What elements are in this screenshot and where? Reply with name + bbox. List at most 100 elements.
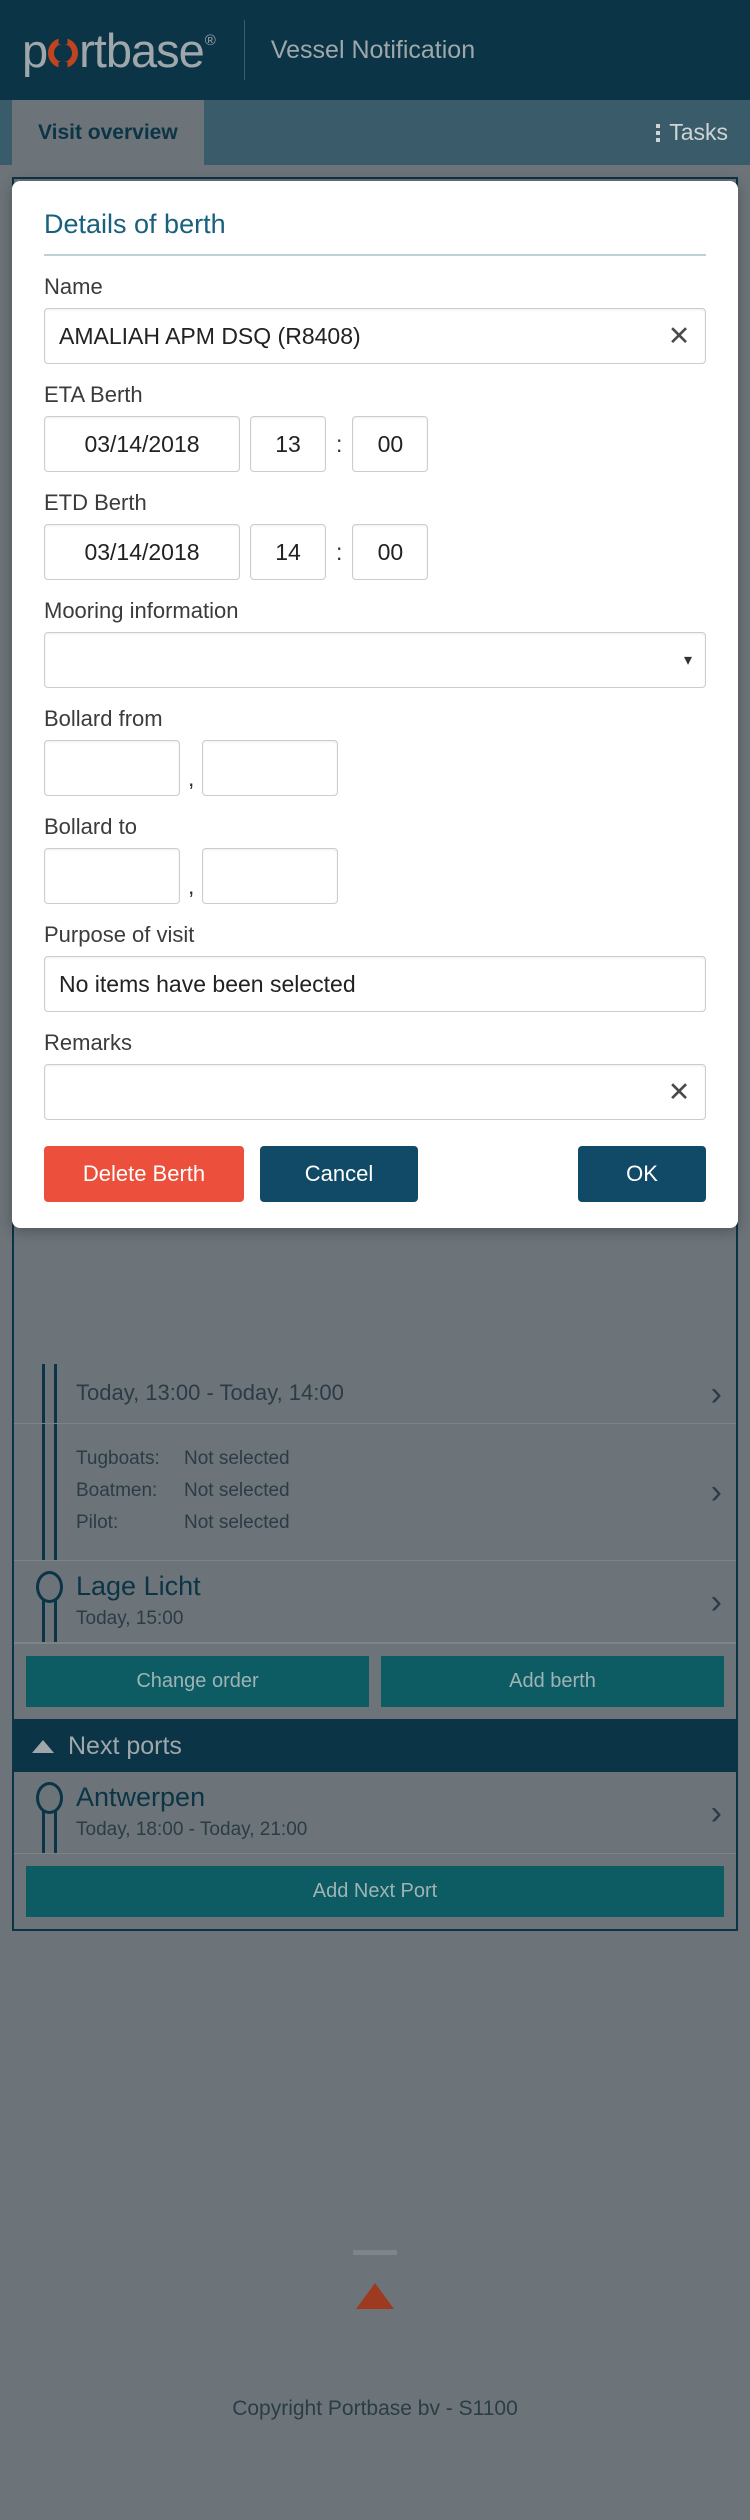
eta-hour-input[interactable] [250, 416, 326, 472]
kebab-menu-icon [656, 123, 661, 142]
name-input[interactable] [44, 308, 706, 364]
service-item: Boatmen: Not selected [76, 1480, 701, 1502]
timeline-rail-node [14, 1561, 76, 1643]
name-field-group: Name ✕ [44, 274, 706, 364]
purpose-group: Purpose of visit [44, 922, 706, 1012]
details-of-berth-dialog: Details of berth Name ✕ ETA Berth : ETD … [12, 181, 738, 1228]
dialog-button-bar: Delete Berth Cancel OK [44, 1146, 706, 1202]
next-port-time: Today, 18:00 - Today, 21:00 [76, 1819, 308, 1841]
berth-action-buttons: Change order Add berth [14, 1643, 736, 1719]
page-footer: Copyright Portbase bv - S1100 [0, 2190, 750, 2520]
chevron-down-icon: ▾ [683, 652, 692, 669]
chevron-right-icon[interactable]: › [701, 1475, 722, 1509]
mooring-select-wrap: ▾ [44, 632, 706, 688]
bollard-to-label: Bollard to [44, 814, 137, 839]
etd-berth-label: ETD Berth [44, 490, 147, 515]
next-port-name: Antwerpen [76, 1782, 206, 1813]
next-port-main: Antwerpen Today, 18:00 - Today, 21:00 [76, 1772, 701, 1853]
brand-bar: p rtbase ® Vessel Notification [0, 0, 750, 100]
purpose-input[interactable] [44, 956, 706, 1012]
caret-up-icon [32, 1740, 54, 1754]
dialog-title: Details of berth [44, 209, 706, 256]
clear-remarks-icon[interactable]: ✕ [666, 1079, 692, 1106]
eta-date-input[interactable] [44, 416, 240, 472]
lage-licht-title: Lage Licht [76, 1571, 201, 1601]
brand-divider [243, 20, 245, 80]
next-ports-title: Next ports [68, 1732, 182, 1761]
change-order-button[interactable]: Change order [26, 1656, 369, 1708]
purpose-label: Purpose of visit [44, 922, 195, 947]
eta-time-separator: : [336, 430, 343, 457]
service-key: Boatmen: [76, 1480, 158, 1501]
bollard-to-b-input[interactable] [202, 848, 339, 904]
name-input-wrap: ✕ [44, 308, 706, 364]
bollard-to-group: Bollard to , [44, 814, 706, 904]
remarks-label: Remarks [44, 1030, 133, 1055]
etd-date-input[interactable] [44, 524, 240, 580]
berth-time-main: Today, 13:00 - Today, 14:00 [76, 1364, 701, 1418]
tasks-button[interactable]: Tasks [634, 100, 750, 165]
remarks-input[interactable] [44, 1064, 706, 1120]
bollard-to-separator: , [188, 872, 195, 899]
bollard-from-group: Bollard from , [44, 706, 706, 796]
copyright-text: Copyright Portbase bv - S1100 [232, 2397, 518, 2420]
next-ports-body: Antwerpen Today, 18:00 - Today, 21:00 › … [12, 1772, 738, 1932]
etd-minute-input[interactable] [352, 524, 429, 580]
add-next-port-button[interactable]: Add Next Port [26, 1866, 724, 1918]
service-key: Tugboats: [76, 1448, 160, 1469]
service-value: Not selected [184, 1448, 290, 1469]
logo-text-post: rtbase [79, 23, 205, 77]
next-port-action-buttons: Add Next Port [14, 1854, 736, 1929]
remarks-group: Remarks ✕ [44, 1030, 706, 1120]
mooring-label: Mooring information [44, 598, 239, 623]
chevron-right-icon[interactable]: › [701, 1796, 722, 1830]
lage-licht-row[interactable]: Lage Licht Today, 15:00 › [14, 1561, 736, 1644]
etd-berth-row: : [44, 524, 706, 580]
bollard-from-row: , [44, 740, 706, 796]
bollard-from-b-input[interactable] [202, 740, 339, 796]
up-triangle-icon[interactable] [356, 2283, 394, 2309]
scroll-top-bar[interactable] [353, 2250, 397, 2255]
chevron-right-icon[interactable]: › [701, 1377, 722, 1411]
timeline-node-icon [36, 1571, 63, 1603]
eta-minute-input[interactable] [352, 416, 429, 472]
service-item: Pilot: Not selected [76, 1512, 701, 1534]
service-value: Not selected [184, 1512, 290, 1533]
bollard-from-a-input[interactable] [44, 740, 180, 796]
mooring-group: Mooring information ▾ [44, 598, 706, 688]
cancel-button[interactable]: Cancel [260, 1146, 418, 1202]
bollard-from-separator: , [188, 764, 195, 791]
remarks-input-wrap: ✕ [44, 1064, 706, 1120]
lage-licht-main: Lage Licht Today, 15:00 [76, 1561, 701, 1642]
mooring-select[interactable] [44, 632, 706, 688]
services-main: Tugboats: Not selected Boatmen: Not sele… [76, 1424, 701, 1560]
portbase-logo[interactable]: p rtbase ® [22, 23, 216, 77]
timeline-rail-node [14, 1772, 76, 1854]
service-value: Not selected [184, 1480, 290, 1501]
eta-berth-row: : [44, 416, 706, 472]
lage-licht-time: Today, 15:00 [76, 1608, 184, 1630]
logo-text-pre: p [22, 23, 48, 77]
add-berth-button[interactable]: Add berth [381, 1656, 724, 1708]
bollard-to-a-input[interactable] [44, 848, 180, 904]
berth-time-row[interactable]: Today, 13:00 - Today, 14:00 › [14, 1364, 736, 1424]
next-ports-header[interactable]: Next ports [12, 1721, 738, 1773]
name-label: Name [44, 274, 103, 299]
app-title: Vessel Notification [270, 35, 476, 64]
berth-time-range: Today, 13:00 - Today, 14:00 [76, 1380, 344, 1405]
services-list: Tugboats: Not selected Boatmen: Not sele… [76, 1434, 701, 1548]
services-row[interactable]: Tugboats: Not selected Boatmen: Not sele… [14, 1424, 736, 1561]
next-ports-panel: Next ports Antwerpen Today, 18:00 - Toda… [12, 1721, 738, 1932]
app-page: p rtbase ® Vessel Notification Visit overv… [0, 0, 750, 2520]
delete-berth-button[interactable]: Delete Berth [44, 1146, 244, 1202]
service-item: Tugboats: Not selected [76, 1448, 701, 1470]
tab-visit-overview[interactable]: Visit overview [12, 100, 204, 165]
chevron-right-icon[interactable]: › [701, 1585, 722, 1619]
clear-name-icon[interactable]: ✕ [666, 323, 692, 350]
bollard-from-label: Bollard from [44, 706, 163, 731]
eta-berth-label: ETA Berth [44, 382, 143, 407]
ok-button[interactable]: OK [578, 1146, 706, 1202]
registered-mark: ® [204, 31, 216, 49]
etd-hour-input[interactable] [250, 524, 326, 580]
next-port-row[interactable]: Antwerpen Today, 18:00 - Today, 21:00 › [14, 1772, 736, 1855]
